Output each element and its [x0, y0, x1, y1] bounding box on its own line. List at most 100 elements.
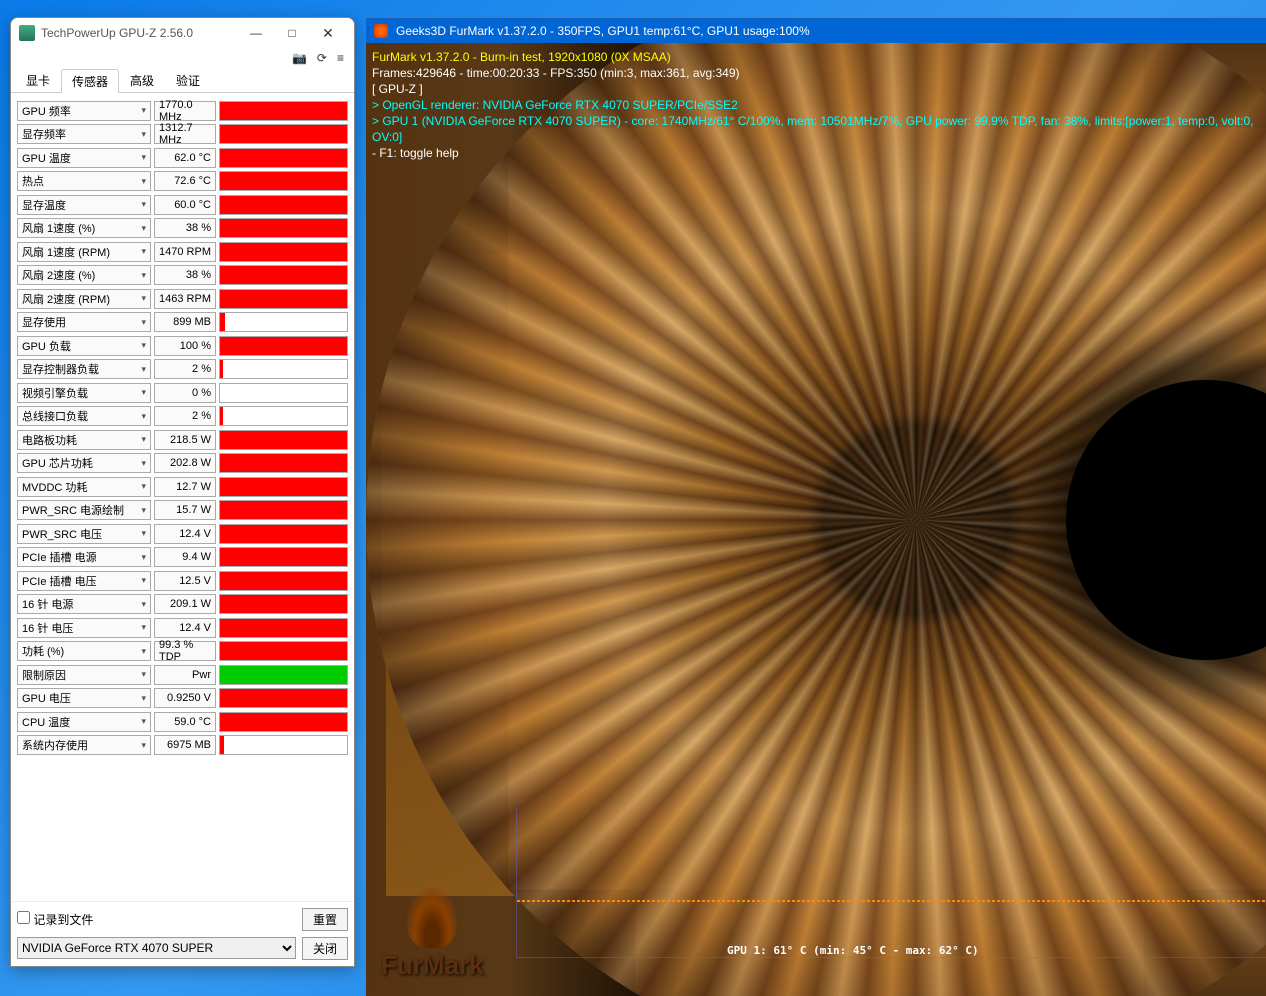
tab-validation[interactable]: 验证: [165, 68, 211, 92]
sensor-graph[interactable]: [219, 312, 348, 332]
sensor-name-dropdown[interactable]: GPU 频率: [17, 101, 151, 121]
sensor-name-dropdown[interactable]: PCIe 插槽 电源: [17, 547, 151, 567]
sensor-name-dropdown[interactable]: GPU 芯片功耗: [17, 453, 151, 473]
sensor-value[interactable]: 2 %: [154, 359, 216, 379]
sensor-graph[interactable]: [219, 524, 348, 544]
sensor-graph[interactable]: [219, 336, 348, 356]
sensor-name-dropdown[interactable]: PWR_SRC 电源绘制: [17, 500, 151, 520]
sensor-name-dropdown[interactable]: 风扇 1速度 (%): [17, 218, 151, 238]
sensor-name-dropdown[interactable]: 电路板功耗: [17, 430, 151, 450]
sensor-name-dropdown[interactable]: GPU 电压: [17, 688, 151, 708]
sensor-value[interactable]: 0 %: [154, 383, 216, 403]
sensor-value[interactable]: 38 %: [154, 265, 216, 285]
sensor-graph[interactable]: [219, 430, 348, 450]
sensor-name-dropdown[interactable]: 风扇 2速度 (%): [17, 265, 151, 285]
sensor-value[interactable]: 218.5 W: [154, 430, 216, 450]
sensor-value[interactable]: 209.1 W: [154, 594, 216, 614]
sensor-graph[interactable]: [219, 453, 348, 473]
maximize-button[interactable]: □: [274, 20, 310, 46]
camera-icon[interactable]: 📷: [292, 51, 307, 65]
sensor-graph[interactable]: [219, 547, 348, 567]
sensor-graph[interactable]: [219, 665, 348, 685]
sensor-value[interactable]: 202.8 W: [154, 453, 216, 473]
gpu-select[interactable]: NVIDIA GeForce RTX 4070 SUPER: [17, 937, 296, 959]
sensor-value[interactable]: 12.5 V: [154, 571, 216, 591]
sensor-graph[interactable]: [219, 124, 348, 144]
sensor-graph[interactable]: [219, 359, 348, 379]
sensor-graph[interactable]: [219, 641, 348, 661]
sensor-graph[interactable]: [219, 383, 348, 403]
sensor-value[interactable]: 1463 RPM: [154, 289, 216, 309]
sensor-value[interactable]: 15.7 W: [154, 500, 216, 520]
sensor-value[interactable]: 100 %: [154, 336, 216, 356]
sensor-name-dropdown[interactable]: 风扇 2速度 (RPM): [17, 289, 151, 309]
close-panel-button[interactable]: 关闭: [302, 937, 348, 960]
log-to-file-checkbox[interactable]: 记录到文件: [17, 911, 93, 928]
sensor-value[interactable]: 62.0 °C: [154, 148, 216, 168]
sensor-graph[interactable]: [219, 594, 348, 614]
refresh-icon[interactable]: ⟳: [317, 51, 327, 65]
sensor-value[interactable]: 60.0 °C: [154, 195, 216, 215]
sensor-value[interactable]: Pwr: [154, 665, 216, 685]
menu-icon[interactable]: ≡: [337, 51, 344, 65]
gpuz-titlebar[interactable]: TechPowerUp GPU-Z 2.56.0 — □ ✕: [11, 18, 354, 48]
sensor-name-dropdown[interactable]: MVDDC 功耗: [17, 477, 151, 497]
furmark-titlebar[interactable]: Geeks3D FurMark v1.37.2.0 - 350FPS, GPU1…: [366, 19, 1266, 43]
sensor-value[interactable]: 0.9250 V: [154, 688, 216, 708]
sensor-graph[interactable]: [219, 500, 348, 520]
sensor-graph[interactable]: [219, 618, 348, 638]
sensor-name-dropdown[interactable]: GPU 负载: [17, 336, 151, 356]
sensor-value[interactable]: 1470 RPM: [154, 242, 216, 262]
sensor-value[interactable]: 899 MB: [154, 312, 216, 332]
sensor-value[interactable]: 99.3 % TDP: [154, 641, 216, 661]
sensor-name-dropdown[interactable]: GPU 温度: [17, 148, 151, 168]
sensor-name-dropdown[interactable]: 16 针 电压: [17, 618, 151, 638]
reset-button[interactable]: 重置: [302, 908, 348, 931]
tab-sensors[interactable]: 传感器: [61, 69, 119, 93]
sensor-graph[interactable]: [219, 265, 348, 285]
sensor-value[interactable]: 9.4 W: [154, 547, 216, 567]
sensor-value[interactable]: 12.7 W: [154, 477, 216, 497]
sensor-name-dropdown[interactable]: 总线接口负载: [17, 406, 151, 426]
sensor-graph[interactable]: [219, 218, 348, 238]
sensor-name-dropdown[interactable]: 16 针 电源: [17, 594, 151, 614]
sensor-name-dropdown[interactable]: 显存控制器负载: [17, 359, 151, 379]
close-button[interactable]: ✕: [310, 20, 346, 46]
sensor-value[interactable]: 2 %: [154, 406, 216, 426]
sensor-value[interactable]: 6975 MB: [154, 735, 216, 755]
sensor-value[interactable]: 38 %: [154, 218, 216, 238]
sensor-value[interactable]: 59.0 °C: [154, 712, 216, 732]
sensor-graph[interactable]: [219, 712, 348, 732]
sensor-name-dropdown[interactable]: 显存使用: [17, 312, 151, 332]
sensor-graph[interactable]: [219, 148, 348, 168]
sensor-graph[interactable]: [219, 242, 348, 262]
sensor-graph[interactable]: [219, 406, 348, 426]
sensor-value[interactable]: 12.4 V: [154, 618, 216, 638]
sensor-graph[interactable]: [219, 289, 348, 309]
sensor-name-dropdown[interactable]: 显存频率: [17, 124, 151, 144]
sensor-name-dropdown[interactable]: 显存温度: [17, 195, 151, 215]
tab-graphics-card[interactable]: 显卡: [15, 68, 61, 92]
sensor-value[interactable]: 1312.7 MHz: [154, 124, 216, 144]
sensor-name-dropdown[interactable]: 风扇 1速度 (RPM): [17, 242, 151, 262]
sensor-graph[interactable]: [219, 171, 348, 191]
sensor-name-dropdown[interactable]: PCIe 插槽 电压: [17, 571, 151, 591]
sensor-value[interactable]: 12.4 V: [154, 524, 216, 544]
sensor-graph[interactable]: [219, 571, 348, 591]
sensor-name-dropdown[interactable]: 限制原因: [17, 665, 151, 685]
sensor-graph[interactable]: [219, 195, 348, 215]
sensor-graph[interactable]: [219, 101, 348, 121]
sensor-name-dropdown[interactable]: 系统内存使用: [17, 735, 151, 755]
sensor-name-dropdown[interactable]: 功耗 (%): [17, 641, 151, 661]
sensor-name-dropdown[interactable]: 热点: [17, 171, 151, 191]
tab-advanced[interactable]: 高级: [119, 68, 165, 92]
sensor-graph[interactable]: [219, 735, 348, 755]
sensor-value[interactable]: 1770.0 MHz: [154, 101, 216, 121]
sensor-graph[interactable]: [219, 688, 348, 708]
sensor-name-dropdown[interactable]: CPU 温度: [17, 712, 151, 732]
sensor-name-dropdown[interactable]: 视频引擎负载: [17, 383, 151, 403]
sensor-name-dropdown[interactable]: PWR_SRC 电压: [17, 524, 151, 544]
minimize-button[interactable]: —: [238, 20, 274, 46]
sensor-value[interactable]: 72.6 °C: [154, 171, 216, 191]
sensor-graph[interactable]: [219, 477, 348, 497]
